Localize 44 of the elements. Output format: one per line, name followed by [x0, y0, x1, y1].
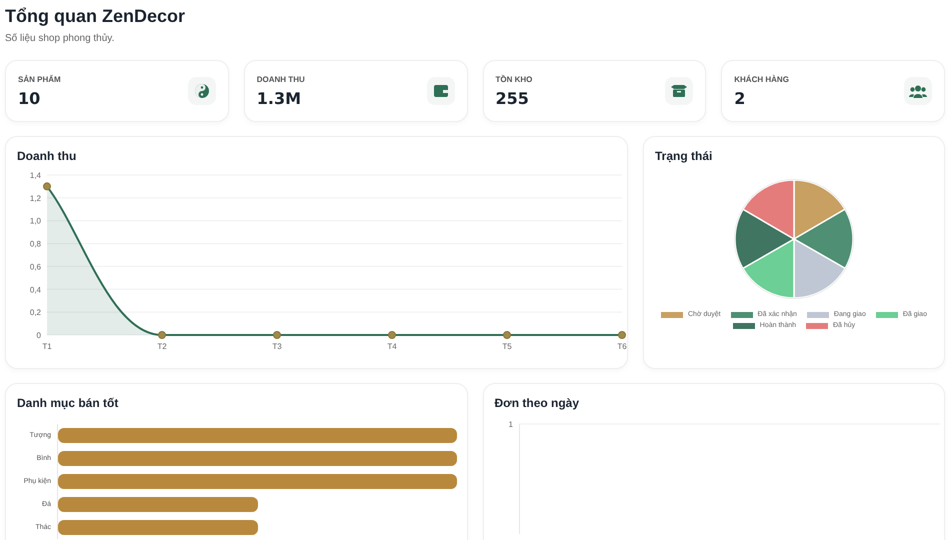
axis-tick-label: T3 [272, 342, 282, 351]
data-point [158, 331, 166, 339]
axis-tick-label: 1 [508, 420, 512, 429]
page-subtitle: Số liệu shop phong thủy. [5, 33, 116, 44]
axis-tick-label: 0,6 [30, 262, 41, 272]
axis-tick-label: T5 [502, 342, 512, 351]
data-point [43, 182, 51, 190]
axis-tick-label: 1,2 [30, 194, 41, 203]
axis-tick-label: 1,4 [30, 171, 41, 180]
axis-tick-label: 0,8 [30, 240, 41, 249]
pie-slice [742, 179, 795, 240]
pie-slice [793, 208, 854, 270]
stat-label: SẢN PHẨM [18, 74, 61, 84]
axis-tick-label: 0,2 [30, 308, 41, 318]
axis-tick-label: 0 [36, 331, 41, 340]
pie-slice [734, 208, 795, 270]
data-point [273, 331, 281, 339]
axis-tick-label: T4 [387, 342, 397, 351]
axis-tick-label: 0,4 [30, 285, 41, 294]
axis-tick-label: T1 [42, 342, 52, 351]
data-point [388, 331, 396, 339]
pie-slice [793, 238, 846, 299]
panel-title: Trạng thái [655, 149, 714, 163]
box-icon [671, 85, 688, 97]
axis-tick-label: T2 [157, 342, 167, 351]
yin-yang-icon [194, 84, 209, 98]
stat-value: 255 [496, 88, 530, 108]
users-icon [909, 84, 927, 98]
stat-value: 2 [734, 88, 746, 108]
stat-label: KHÁCH HÀNG [734, 74, 789, 84]
panel-title: Doanh thu [17, 149, 78, 163]
stat-value: 1.3M [256, 88, 302, 108]
axis-tick-label: T6 [617, 342, 627, 351]
panel-title: Đơn theo ngày [494, 396, 580, 410]
stat-label: DOANH THU [256, 74, 305, 84]
data-point [503, 331, 511, 339]
stat-value: 10 [18, 88, 42, 108]
stat-label: TỒN KHO [496, 74, 532, 84]
page-title: Tổng quan ZenDecor [5, 6, 186, 27]
data-point [618, 331, 626, 339]
axis-tick-label: 1,0 [30, 216, 41, 226]
pie-slice [742, 238, 795, 299]
wallet-icon [434, 85, 448, 97]
panel-title: Danh mục bán tốt [17, 396, 120, 410]
